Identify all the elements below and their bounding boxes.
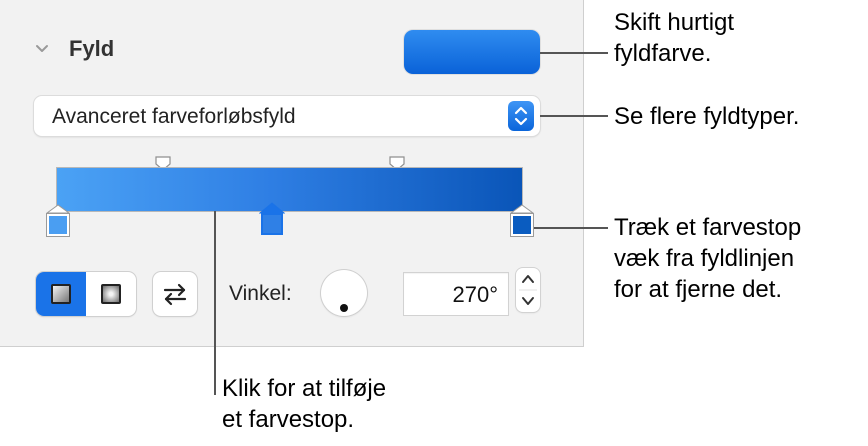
format-sidebar-panel: Fyld Avanceret farveforløbsfyld Vinkel: … bbox=[0, 0, 584, 347]
color-stop[interactable] bbox=[510, 204, 534, 242]
chevron-down-icon[interactable] bbox=[35, 44, 49, 54]
callout-color-well: Skift hurtigt fyldfarve. bbox=[614, 7, 734, 69]
gradient-bar[interactable] bbox=[57, 168, 522, 211]
callout-leader-line bbox=[534, 227, 608, 229]
panel-divider bbox=[0, 346, 584, 347]
up-down-stepper-icon bbox=[519, 275, 537, 305]
section-title[interactable]: Fyld bbox=[69, 36, 114, 62]
up-down-chevron-icon bbox=[508, 101, 534, 131]
callout-leader-line bbox=[540, 52, 608, 54]
callout-leader-line bbox=[214, 211, 216, 395]
fill-type-value: Avanceret farveforløbsfyld bbox=[52, 105, 296, 128]
radial-gradient-icon bbox=[101, 284, 121, 304]
callout-text: et farvestop. bbox=[222, 406, 355, 433]
reverse-gradient-button[interactable] bbox=[153, 272, 197, 316]
angle-field[interactable]: 270° bbox=[404, 273, 508, 315]
callout-text: Se flere fyldtyper. bbox=[614, 103, 800, 130]
angle-label: Vinkel: bbox=[229, 282, 292, 305]
callout-leader-line bbox=[540, 115, 608, 117]
angle-dial[interactable] bbox=[321, 270, 367, 316]
fill-type-popup[interactable]: Avanceret farveforløbsfyld bbox=[34, 96, 540, 136]
callout-text: fyldfarve. bbox=[614, 40, 712, 67]
callout-color-stop: Træk et farvestop væk fra fyldlinjen for… bbox=[614, 212, 801, 305]
callout-text: væk fra fyldlinjen bbox=[614, 245, 795, 272]
gradient-type-segmented-control bbox=[36, 272, 136, 316]
swap-arrows-icon bbox=[163, 283, 187, 306]
angle-value: 270° bbox=[452, 282, 498, 307]
callout-fill-types: Se flere fyldtyper. bbox=[614, 101, 799, 132]
angle-dial-indicator bbox=[340, 304, 348, 312]
callout-text: Skift hurtigt bbox=[614, 9, 735, 36]
callout-text: Træk et farvestop bbox=[614, 214, 802, 241]
angle-stepper[interactable] bbox=[516, 268, 540, 312]
radial-gradient-button[interactable] bbox=[86, 272, 136, 316]
fill-color-well[interactable] bbox=[404, 30, 540, 74]
color-stop-selected[interactable] bbox=[259, 202, 285, 242]
linear-gradient-icon bbox=[51, 284, 71, 304]
color-stop[interactable] bbox=[46, 204, 70, 242]
callout-text: Klik for at tilføje bbox=[222, 375, 387, 402]
callout-text: for at fjerne det. bbox=[614, 276, 783, 303]
callout-add-stop: Klik for at tilføje et farvestop. bbox=[222, 373, 386, 435]
linear-gradient-button[interactable] bbox=[36, 272, 86, 316]
